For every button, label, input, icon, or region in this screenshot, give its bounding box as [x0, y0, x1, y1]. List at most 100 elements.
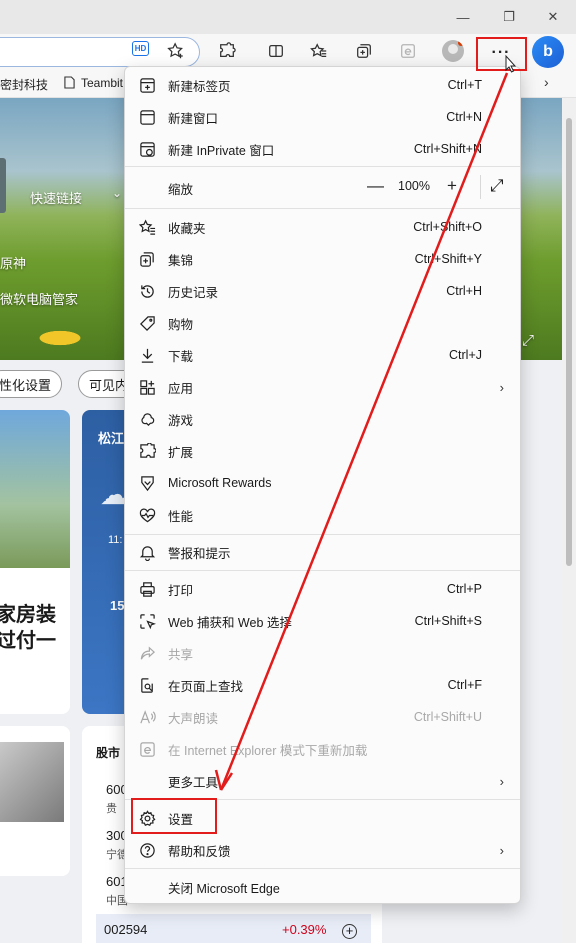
menu-item-new-tab[interactable]: 新建标签页 Ctrl+T: [125, 69, 520, 101]
menu-item-favorites[interactable]: 收藏夹 Ctrl+Shift+O: [125, 211, 520, 243]
menu-item-shortcut: Ctrl+Shift+Y: [414, 252, 482, 266]
menu-item-label: 帮助和反馈: [168, 844, 231, 859]
menu-item-label: 更多工具: [168, 775, 219, 790]
notification-dot: [458, 40, 464, 46]
zoom-in-button[interactable]: +: [447, 176, 457, 196]
hd-video-icon[interactable]: HD: [132, 41, 149, 56]
menu-item-label: 缩放: [168, 182, 194, 197]
menu-separator: [125, 166, 520, 167]
favorites-icon: [138, 218, 156, 236]
menu-item-label: 游戏: [168, 413, 194, 428]
inprivate-window-icon: [138, 140, 156, 158]
web-capture-icon: [138, 612, 156, 630]
menu-item-new-window[interactable]: 新建窗口 Ctrl+N: [125, 101, 520, 133]
minimize-button[interactable]: —: [440, 0, 486, 34]
menu-separator: [125, 534, 520, 535]
menu-item-label: 下载: [168, 349, 194, 364]
menu-item-print[interactable]: 打印 Ctrl+P: [125, 573, 520, 605]
menu-item-downloads[interactable]: 下载 Ctrl+J: [125, 339, 520, 371]
menu-item-web-capture[interactable]: Web 捕获和 Web 选择 Ctrl+Shift+S: [125, 605, 520, 637]
menu-item-extensions[interactable]: 扩展: [125, 435, 520, 467]
print-icon: [138, 580, 156, 598]
menu-item-microsoft-rewards[interactable]: Microsoft Rewards: [125, 467, 520, 499]
quick-links-chevron-icon[interactable]: ⌄: [112, 186, 122, 200]
menu-item-label: 性能: [168, 509, 194, 524]
tower-shape: [0, 158, 6, 213]
settings-and-more-menu: 新建标签页 Ctrl+T 新建窗口 Ctrl+N 新建 InPrivate 窗口…: [124, 66, 521, 904]
expand-background-icon[interactable]: ⤢: [522, 332, 534, 349]
quick-link-item[interactable]: 原神: [0, 253, 26, 272]
menu-item-shortcut: Ctrl+Shift+N: [413, 142, 482, 156]
menu-item-more-tools[interactable]: 更多工具 ›: [125, 765, 520, 797]
close-window-button[interactable]: ✕: [530, 0, 576, 34]
menu-item-label: 警报和提示: [168, 546, 231, 561]
menu-separator: [480, 175, 481, 199]
quick-links-label[interactable]: 快速链接: [30, 188, 82, 207]
menu-item-shortcut: Ctrl+P: [446, 582, 482, 596]
menu-item-shopping[interactable]: 购物: [125, 307, 520, 339]
menu-item-shortcut: Ctrl+H: [446, 284, 482, 298]
weather-temp: 15: [110, 598, 125, 613]
menu-item-new-inprivate-window[interactable]: 新建 InPrivate 窗口 Ctrl+Shift+N: [125, 133, 520, 165]
menu-item-games[interactable]: 游戏: [125, 403, 520, 435]
menu-item-label: 扩展: [168, 445, 194, 460]
quick-link-item[interactable]: 微软电脑管家: [0, 289, 78, 308]
menu-item-label: 新建标签页: [168, 79, 231, 94]
stock-name: 贵: [106, 803, 117, 815]
menu-item-shortcut: Ctrl+T: [447, 78, 482, 92]
menu-item-shortcut: Ctrl+J: [449, 348, 482, 362]
menu-item-share: 共享: [125, 637, 520, 669]
stock-row[interactable]: 002594 +0.39% +: [96, 914, 371, 943]
menu-item-history[interactable]: 历史记录 Ctrl+H: [125, 275, 520, 307]
rewards-icon: [138, 474, 156, 492]
stock-change: +0.39%: [282, 922, 327, 937]
menu-item-performance[interactable]: 性能: [125, 499, 520, 531]
performance-icon: [138, 506, 156, 524]
menu-item-close-edge[interactable]: 关闭 Microsoft Edge: [125, 871, 520, 903]
zoom-out-button[interactable]: —: [367, 176, 384, 196]
menu-item-help-feedback[interactable]: 帮助和反馈 ›: [125, 834, 520, 866]
extensions-toolbar-icon[interactable]: [213, 37, 241, 65]
menu-item-label: 大声朗读: [168, 711, 219, 726]
menu-item-shortcut: Ctrl+Shift+O: [413, 220, 482, 234]
games-icon: [138, 410, 156, 428]
zoom-level: 100%: [398, 179, 430, 193]
menu-item-label: 打印: [168, 583, 194, 598]
favorites-toolbar-icon[interactable]: [305, 37, 333, 65]
menu-item-collections[interactable]: 集锦 Ctrl+Shift+Y: [125, 243, 520, 275]
new-window-icon: [138, 108, 156, 126]
bing-copilot-icon[interactable]: b: [532, 36, 564, 68]
fullscreen-icon[interactable]: ⤢: [490, 176, 504, 196]
favorite-item[interactable]: 密封科技: [0, 76, 48, 93]
menu-separator: [125, 570, 520, 571]
pill-label: 可见内: [89, 377, 129, 393]
menu-item-label: 共享: [168, 647, 194, 662]
news-card[interactable]: [0, 726, 70, 876]
add-stock-icon[interactable]: +: [342, 924, 357, 939]
collections-toolbar-icon[interactable]: [350, 37, 378, 65]
shopping-icon: [138, 314, 156, 332]
news-card[interactable]: 家房装 过付一: [0, 410, 70, 714]
weather-city: 松江: [98, 431, 125, 446]
scrollbar-thumb[interactable]: [566, 118, 572, 566]
ie-mode-icon: [138, 740, 156, 758]
ie-mode-toolbar-icon[interactable]: [394, 37, 422, 65]
split-screen-icon[interactable]: [262, 37, 290, 65]
favorite-item[interactable]: Teambit: [64, 76, 123, 90]
downloads-icon: [138, 346, 156, 364]
menu-item-find-on-page[interactable]: 在页面上查找 Ctrl+F: [125, 669, 520, 701]
profile-avatar[interactable]: [442, 40, 464, 62]
menu-item-alerts[interactable]: 警报和提示: [125, 536, 520, 568]
favorites-overflow-chevron-icon[interactable]: ›: [544, 74, 549, 90]
highlight-box-settings: [131, 798, 217, 834]
restore-button[interactable]: ❐: [486, 0, 532, 34]
personalize-button[interactable]: 性化设置: [0, 370, 63, 398]
find-icon: [138, 676, 156, 694]
add-favorite-icon[interactable]: [162, 37, 190, 65]
history-icon: [138, 282, 156, 300]
submenu-chevron-icon: ›: [499, 773, 504, 789]
menu-item-zoom: 缩放: [125, 172, 520, 204]
extensions-icon: [138, 442, 156, 460]
menu-item-apps[interactable]: 应用 ›: [125, 371, 520, 403]
new-tab-icon: [138, 76, 156, 94]
